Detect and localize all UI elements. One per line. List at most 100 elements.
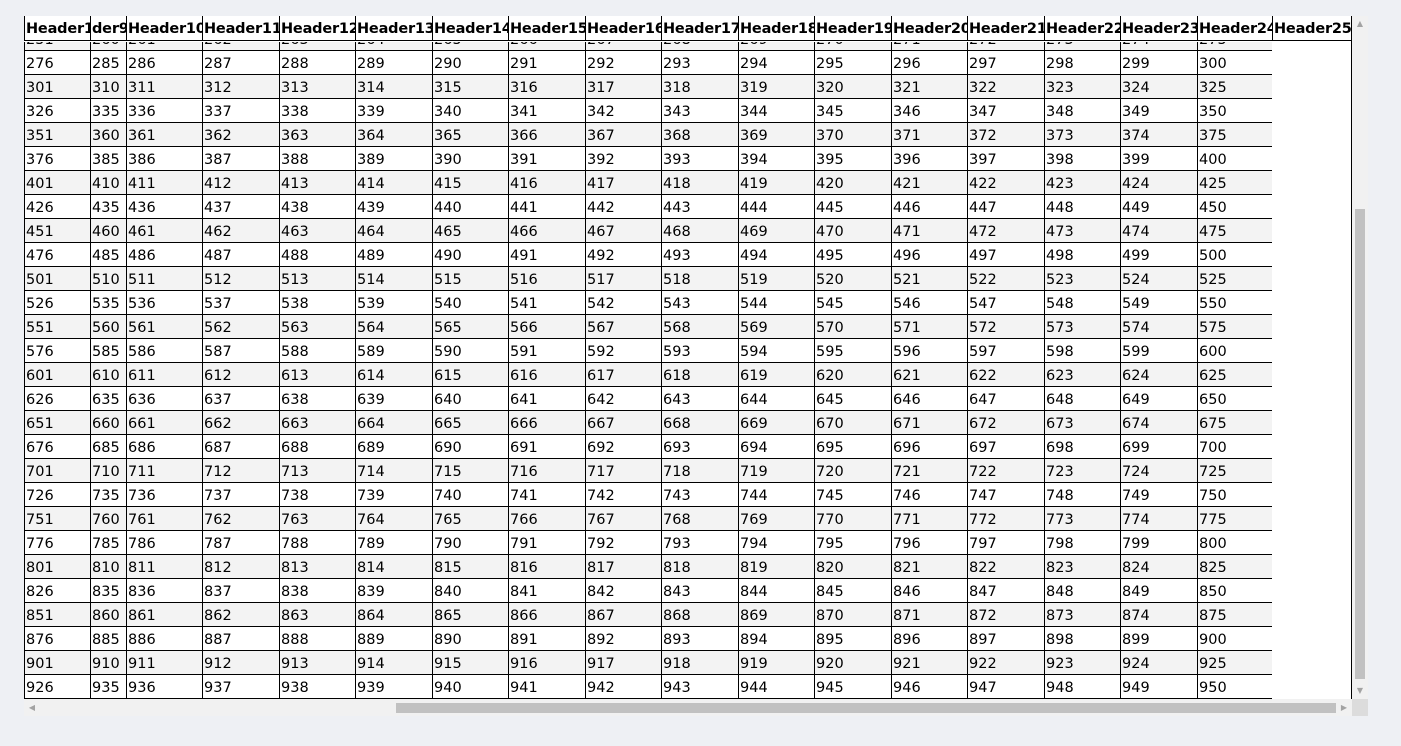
table-cell[interactable]: 910: [90, 651, 126, 675]
table-cell[interactable]: 876: [24, 627, 90, 651]
table-cell[interactable]: 946: [891, 675, 967, 699]
table-cell[interactable]: 544: [738, 291, 814, 315]
table-cell[interactable]: 536: [126, 291, 202, 315]
table-cell[interactable]: 895: [814, 627, 891, 651]
table-row[interactable]: 726 735 736 737 738 739 740 741 742 743 744 745 746 7…: [24, 483, 1272, 507]
table-row[interactable]: 751 760 761 762 763 764 765 766 767 768 769 770 771 7…: [24, 507, 1272, 531]
table-cell[interactable]: 563: [279, 315, 355, 339]
table-cell[interactable]: 785: [90, 531, 126, 555]
table-cell[interactable]: 697: [967, 435, 1044, 459]
table-cell[interactable]: 340: [432, 99, 508, 123]
table-cell[interactable]: 488: [279, 243, 355, 267]
table-cell[interactable]: 446: [891, 195, 967, 219]
table-cell[interactable]: 349: [1120, 99, 1197, 123]
table-cell[interactable]: 721: [891, 459, 967, 483]
table-cell[interactable]: 824: [1120, 555, 1197, 579]
table-cell[interactable]: 448: [1044, 195, 1120, 219]
table-cell[interactable]: 722: [967, 459, 1044, 483]
table-cell[interactable]: 468: [661, 219, 738, 243]
table-cell[interactable]: 294: [738, 51, 814, 75]
table-cell[interactable]: 671: [891, 411, 967, 435]
table-cell[interactable]: 497: [967, 243, 1044, 267]
table-cell[interactable]: 647: [967, 387, 1044, 411]
table-cell[interactable]: 369: [738, 123, 814, 147]
table-cell[interactable]: 842: [585, 579, 661, 603]
table-cell[interactable]: 792: [585, 531, 661, 555]
column-header[interactable]: Header1: [24, 16, 90, 41]
table-cell[interactable]: 441: [508, 195, 585, 219]
table-cell[interactable]: 801: [24, 555, 90, 579]
table-cell[interactable]: 947: [967, 675, 1044, 699]
table-cell[interactable]: 689: [355, 435, 432, 459]
column-header[interactable]: Header23: [1120, 16, 1197, 41]
table-cell[interactable]: 416: [508, 171, 585, 195]
table-row[interactable]: 451 460 461 462 463 464 465 466 467 468 469 470 471 4…: [24, 219, 1272, 243]
table-cell[interactable]: 396: [891, 147, 967, 171]
table-cell[interactable]: 573: [1044, 315, 1120, 339]
table-cell[interactable]: 896: [891, 627, 967, 651]
table-cell[interactable]: 312: [202, 75, 279, 99]
table-cell[interactable]: 942: [585, 675, 661, 699]
table-cell[interactable]: 521: [891, 267, 967, 291]
table-cell[interactable]: 813: [279, 555, 355, 579]
table-cell[interactable]: 864: [355, 603, 432, 627]
table-cell[interactable]: 286: [126, 51, 202, 75]
table-cell[interactable]: 612: [202, 363, 279, 387]
table-cell[interactable]: 736: [126, 483, 202, 507]
table-cell[interactable]: 846: [891, 579, 967, 603]
table-cell[interactable]: 915: [432, 651, 508, 675]
table-cell[interactable]: 596: [891, 339, 967, 363]
table-cell[interactable]: 400: [1197, 147, 1272, 171]
table-cell[interactable]: 398: [1044, 147, 1120, 171]
table-cell[interactable]: 292: [585, 51, 661, 75]
table-cell[interactable]: 897: [967, 627, 1044, 651]
table-cell[interactable]: 867: [585, 603, 661, 627]
table-cell[interactable]: 522: [967, 267, 1044, 291]
table-cell[interactable]: 460: [90, 219, 126, 243]
scroll-up-icon[interactable]: ▲: [1352, 16, 1368, 32]
table-cell[interactable]: 619: [738, 363, 814, 387]
table-cell[interactable]: 746: [891, 483, 967, 507]
table-cell[interactable]: 787: [202, 531, 279, 555]
table-cell[interactable]: 815: [432, 555, 508, 579]
table-cell[interactable]: 839: [355, 579, 432, 603]
table-cell[interactable]: 613: [279, 363, 355, 387]
table-cell[interactable]: 323: [1044, 75, 1120, 99]
table-cell[interactable]: 442: [585, 195, 661, 219]
table-cell[interactable]: 410: [90, 171, 126, 195]
table-cell[interactable]: 290: [432, 51, 508, 75]
table-cell[interactable]: 738: [279, 483, 355, 507]
table-cell[interactable]: 751: [24, 507, 90, 531]
table-cell[interactable]: 820: [814, 555, 891, 579]
table-cell[interactable]: 388: [279, 147, 355, 171]
table-cell[interactable]: 844: [738, 579, 814, 603]
table-cell[interactable]: 443: [661, 195, 738, 219]
table-cell[interactable]: 748: [1044, 483, 1120, 507]
table-cell[interactable]: 948: [1044, 675, 1120, 699]
table-cell[interactable]: 615: [432, 363, 508, 387]
table-cell[interactable]: 620: [814, 363, 891, 387]
table-cell[interactable]: 821: [891, 555, 967, 579]
table-cell[interactable]: 476: [24, 243, 90, 267]
table-cell[interactable]: 935: [90, 675, 126, 699]
table-cell[interactable]: 723: [1044, 459, 1120, 483]
table-cell[interactable]: 888: [279, 627, 355, 651]
table-cell[interactable]: 685: [90, 435, 126, 459]
table-cell[interactable]: 740: [432, 483, 508, 507]
table-cell[interactable]: 840: [432, 579, 508, 603]
table-cell[interactable]: 600: [1197, 339, 1272, 363]
table-cell[interactable]: 574: [1120, 315, 1197, 339]
table-cell[interactable]: 745: [814, 483, 891, 507]
table-cell[interactable]: 486: [126, 243, 202, 267]
table-cell[interactable]: 796: [891, 531, 967, 555]
table-cell[interactable]: 791: [508, 531, 585, 555]
table-cell[interactable]: 451: [24, 219, 90, 243]
table-cell[interactable]: 568: [661, 315, 738, 339]
table-cell[interactable]: 444: [738, 195, 814, 219]
table-cell[interactable]: 423: [1044, 171, 1120, 195]
table-cell[interactable]: 939: [355, 675, 432, 699]
column-header[interactable]: Header13: [355, 16, 432, 41]
table-cell[interactable]: 589: [355, 339, 432, 363]
table-cell[interactable]: 863: [279, 603, 355, 627]
table-cell[interactable]: 866: [508, 603, 585, 627]
